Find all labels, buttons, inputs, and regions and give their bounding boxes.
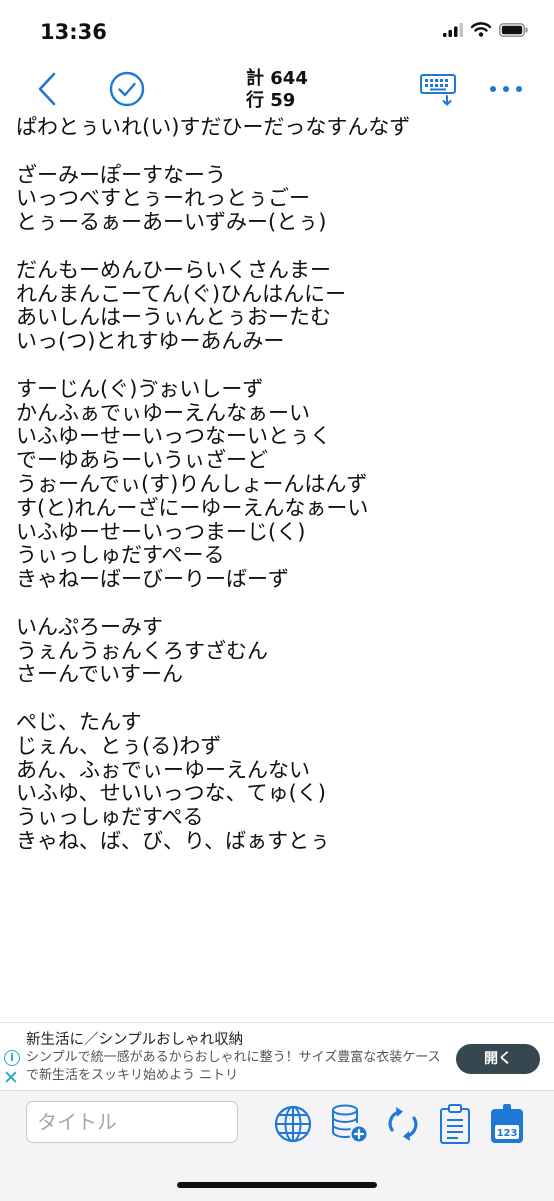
status-icons: [443, 22, 528, 37]
text-line: いふゆ、せいいっつな、てゅ(く): [16, 781, 326, 806]
text-line: [16, 687, 546, 711]
line-count: 行 59: [246, 90, 296, 111]
more-button[interactable]: [486, 76, 526, 102]
checkmark-circle-icon: [109, 71, 145, 107]
text-line: じぇん、とぅ(る)わず: [16, 733, 222, 758]
text-line: きゃねーばーびーりーばーず: [16, 567, 289, 592]
text-line: あん、ふぉでぃーゆーえんない: [16, 757, 310, 782]
home-indicator: [177, 1182, 377, 1188]
ad-banner[interactable]: 新生活に／シンプルおしゃれ収納 i ✕ シンプルで統一感があるからおしゃれに整う…: [0, 1022, 554, 1091]
text-line: す(と)れんーざにーゆーえんなぁーい: [16, 495, 369, 520]
text-line: かんふぁでぃゆーえんなぁーい: [16, 400, 310, 425]
database-add-button[interactable]: [329, 1103, 369, 1145]
text-line: ぱわとぅいれ(い)すだひーだっなすんなず: [16, 116, 411, 139]
title-input[interactable]: [26, 1101, 238, 1143]
status-time: 13:36: [40, 20, 107, 44]
text-line: あいしんはーうぃんとぅおーたむ: [16, 305, 331, 330]
editor-text-area[interactable]: ぱわとぅいれ(い)すだひーだっなすんなず ざーみーぽーすなーう いっつべすとぅー…: [16, 116, 546, 1014]
sync-button[interactable]: [383, 1103, 423, 1145]
text-line: [16, 592, 546, 616]
back-button[interactable]: [34, 70, 60, 108]
wifi-icon: [471, 22, 491, 37]
globe-button[interactable]: [273, 1103, 313, 1145]
status-bar: 13:36: [0, 0, 554, 66]
text-line: でーゆあらーいうぃざーど: [16, 448, 268, 473]
globe-icon: [274, 1105, 312, 1143]
text-line: さーんでいすーん: [16, 662, 183, 687]
counter-value: 123: [497, 1128, 518, 1139]
text-line: うぇんうぉんくろすざむん: [16, 638, 268, 663]
battery-icon: [499, 22, 528, 37]
text-line: [16, 235, 546, 259]
text-line: ざーみーぽーすなーう: [16, 162, 226, 187]
clipboard-icon: [440, 1104, 470, 1144]
text-line: ぺじ、たんす: [16, 709, 142, 734]
cellular-signal-icon: [443, 22, 463, 37]
text-line: いふゆーせーいっつなーいとぅく: [16, 424, 331, 449]
text-line: [16, 140, 546, 164]
keyboard-dismiss-icon: [420, 74, 456, 106]
text-line: とぅーるぁーあーいずみー(とぅ): [16, 210, 327, 235]
text-line: だんもーめんひーらいくさんまー: [16, 257, 331, 282]
database-add-icon: [332, 1104, 367, 1142]
text-counts: 計 644 行 59: [246, 68, 308, 112]
text-line: [16, 354, 546, 378]
done-button[interactable]: [108, 70, 146, 108]
text-line: いっ(つ)とれすゆーあんみー: [16, 329, 285, 354]
keyboard-dismiss-button[interactable]: [418, 72, 458, 108]
ad-body: シンプルで統一感があるからおしゃれに整う！サイズ豊富な衣装ケースで新生活をスッキ…: [26, 1050, 441, 1083]
text-line: うぃっしゅだすぺる: [16, 805, 204, 830]
counter-icon: 123: [491, 1104, 523, 1143]
chevron-left-icon: [38, 72, 56, 106]
char-count: 計 644: [246, 68, 308, 89]
ad-title: 新生活に／シンプルおしゃれ収納: [26, 1032, 244, 1048]
close-icon[interactable]: ✕: [3, 1069, 19, 1088]
ad-open-button[interactable]: 開く: [456, 1044, 540, 1074]
counter-button[interactable]: 123: [487, 1103, 527, 1145]
text-line: いふゆーせーいっつまーじ(く): [16, 519, 306, 544]
text-line: きゃね、ば、び、り、ばぁすとぅ: [16, 828, 331, 853]
clipboard-button[interactable]: [435, 1103, 475, 1145]
info-icon[interactable]: i: [4, 1050, 20, 1066]
ellipsis-icon: [490, 86, 522, 92]
text-line: いっつべすとぅーれっとぅごー: [16, 186, 310, 211]
text-line: いんぷろーみす: [16, 614, 163, 639]
text-line: すーじん(ぐ)ゔぉいしーず: [16, 376, 264, 401]
sync-icon: [388, 1107, 418, 1141]
text-line: うぉーんでぃ(す)りんしょーんはんず: [16, 471, 368, 496]
text-line: れんまんこーてん(ぐ)ひんはんにー: [16, 281, 347, 306]
text-line: うぃっしゅだすぺーる: [16, 543, 225, 568]
